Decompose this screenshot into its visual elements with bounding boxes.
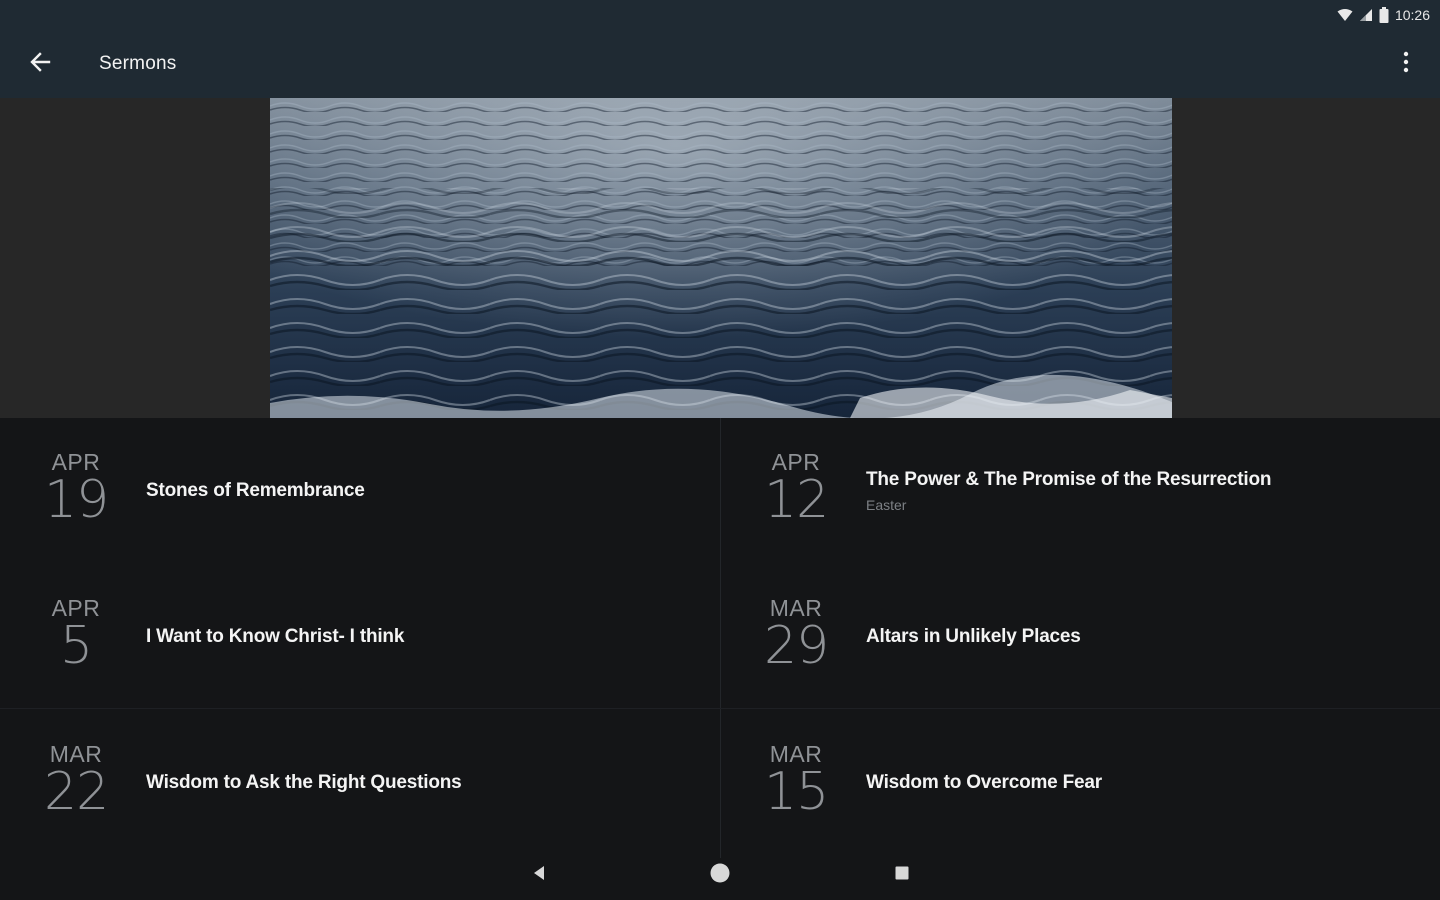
sermon-day: 15 [764,762,829,822]
sermon-title: Altars in Unlikely Places [866,626,1081,647]
sermon-date: MAR 15 [764,742,829,822]
nav-home-button[interactable] [705,860,735,890]
sermon-item[interactable]: MAR 15 Wisdom to Overcome Fear [720,710,1440,856]
app-bar: Sermons [0,30,1440,98]
overflow-menu-button[interactable] [1390,48,1422,80]
hero-section [0,98,1440,418]
sermon-item[interactable]: APR 5 I Want to Know Christ- I think [0,564,720,710]
sermon-day: 5 [59,616,93,676]
sermon-item[interactable]: APR 19 Stones of Remembrance [0,418,720,564]
sermon-item[interactable]: APR 12 The Power & The Promise of the Re… [720,418,1440,564]
sermon-item[interactable]: MAR 22 Wisdom to Ask the Right Questions [0,710,720,856]
system-nav-bar [0,848,1440,900]
more-vert-icon [1403,51,1409,78]
sermon-title: The Power & The Promise of the Resurrect… [866,469,1272,490]
back-triangle-icon [532,865,546,886]
status-bar: 10:26 [0,0,1440,30]
sermon-subtitle: Easter [866,497,907,513]
sermon-day: 22 [44,762,109,822]
sermon-title: Wisdom to Overcome Fear [866,772,1102,793]
back-button[interactable] [0,30,80,98]
sermon-date: MAR 29 [764,596,829,676]
nav-recents-button[interactable] [887,860,917,890]
sermon-date: APR 12 [764,450,829,530]
nav-back-button[interactable] [524,860,554,890]
wifi-icon [1337,8,1353,22]
sermon-day: 29 [764,616,829,676]
sermon-date: MAR 22 [44,742,109,822]
sermon-title: Wisdom to Ask the Right Questions [146,772,462,793]
sermon-date: APR 19 [44,450,109,530]
sermon-title: Stones of Remembrance [146,480,365,501]
sermon-day: 12 [764,470,829,530]
status-time: 10:26 [1394,7,1430,23]
home-circle-icon [709,862,731,889]
sermon-date: APR 5 [44,596,108,672]
sermon-title: I Want to Know Christ- I think [146,626,405,647]
arrow-left-icon [29,51,51,78]
sermon-item[interactable]: MAR 29 Altars in Unlikely Places [720,564,1440,710]
signal-icon [1359,8,1373,22]
recents-square-icon [895,866,909,885]
hero-image [270,98,1172,418]
sermon-day: 19 [44,470,109,530]
battery-icon [1379,7,1389,23]
page-title: Sermons [99,53,177,74]
sermon-list: APR 19 Stones of Remembrance APR 12 The … [0,418,1440,858]
